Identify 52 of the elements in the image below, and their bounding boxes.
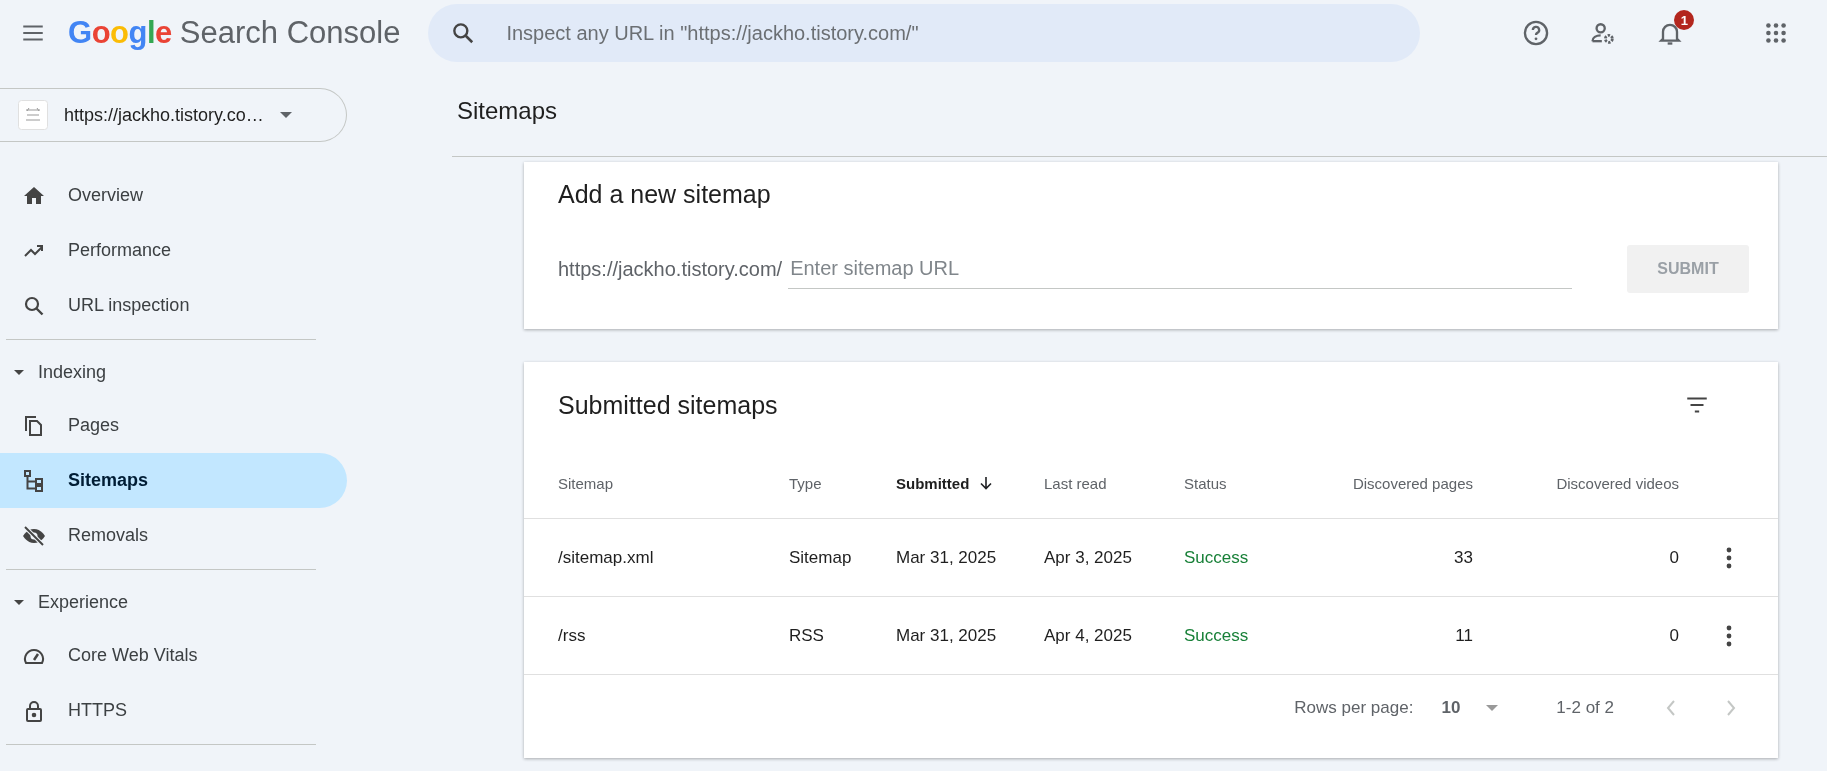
column-header[interactable]: Sitemap [558,474,789,492]
notification-badge: 1 [1674,10,1695,30]
table-cell-text: 0 [1668,625,1679,646]
table-cell-text: Success [1184,625,1250,646]
nav-item[interactable]: Performance [0,223,347,278]
sort-arrow-icon [979,476,994,490]
column-header[interactable]: Discovered videos [1473,474,1679,492]
column-header[interactable]: Last read [1044,474,1184,492]
nav-item[interactable]: Pages [0,398,347,453]
dropdown-caret-icon [279,112,292,118]
table-cell-text: 0 [1668,547,1679,568]
url-prefix: https://jackho.tistory.com/ [558,257,783,281]
page-range: 1-2 of 2 [1556,698,1614,718]
search-field[interactable]: Inspect any URL in "https://jackho.tistory.com/" [428,4,1421,62]
more-options-icon[interactable] [1725,624,1732,647]
nav-item[interactable]: HTTPS [0,683,347,738]
nav-item[interactable]: Sitemaps [0,453,347,508]
rows-per-page-label: Rows per page: [1294,698,1414,718]
table-cell-text: Success [1184,547,1250,568]
logo[interactable]: Google Search Console [68,15,401,51]
more-options-icon[interactable] [1725,546,1732,569]
table-cell-text: 11 [1454,625,1473,646]
dropdown-caret-icon [1486,705,1499,711]
table-cell-text: /sitemap.xml [558,547,655,568]
column-header[interactable]: Type [789,474,896,492]
table-cell-text: /rss [558,625,587,646]
column-header[interactable]: Discovered pages [1334,474,1473,492]
table-cell-text: Mar 31, 2025 [896,547,998,568]
card-title: Add a new sitemap [558,180,772,209]
table-cell-text: 33 [1453,547,1473,568]
nav-item[interactable]: URL inspection [0,278,347,333]
tree-icon [22,468,46,493]
nav-item[interactable]: Overview [0,168,347,223]
help-icon[interactable] [1522,19,1551,47]
nav-item[interactable]: Core Web Vitals [0,628,347,683]
column-header[interactable]: Submitted [896,474,1044,492]
table-cell-text: Mar 31, 2025 [896,625,998,646]
rows-per-page-select[interactable]: 10 [1441,698,1499,718]
favicon-icon [18,100,48,130]
card-title: Submitted sitemaps [558,390,778,420]
nav-item[interactable]: Removals [0,508,347,563]
section-header[interactable]: Indexing [0,346,350,398]
table-cell-text: Apr 4, 2025 [1044,625,1133,646]
table-cell-text: Sitemap [789,547,853,568]
section-header[interactable]: Experience [0,576,350,628]
caret-icon [14,599,24,605]
page-title: Sitemaps [457,97,558,125]
column-header[interactable]: Status [1184,474,1334,492]
table-cell-text: RSS [789,625,825,646]
table-cell-text: Apr 3, 2025 [1044,547,1133,568]
caret-icon [14,369,24,375]
crossed-eye-icon [22,523,46,548]
